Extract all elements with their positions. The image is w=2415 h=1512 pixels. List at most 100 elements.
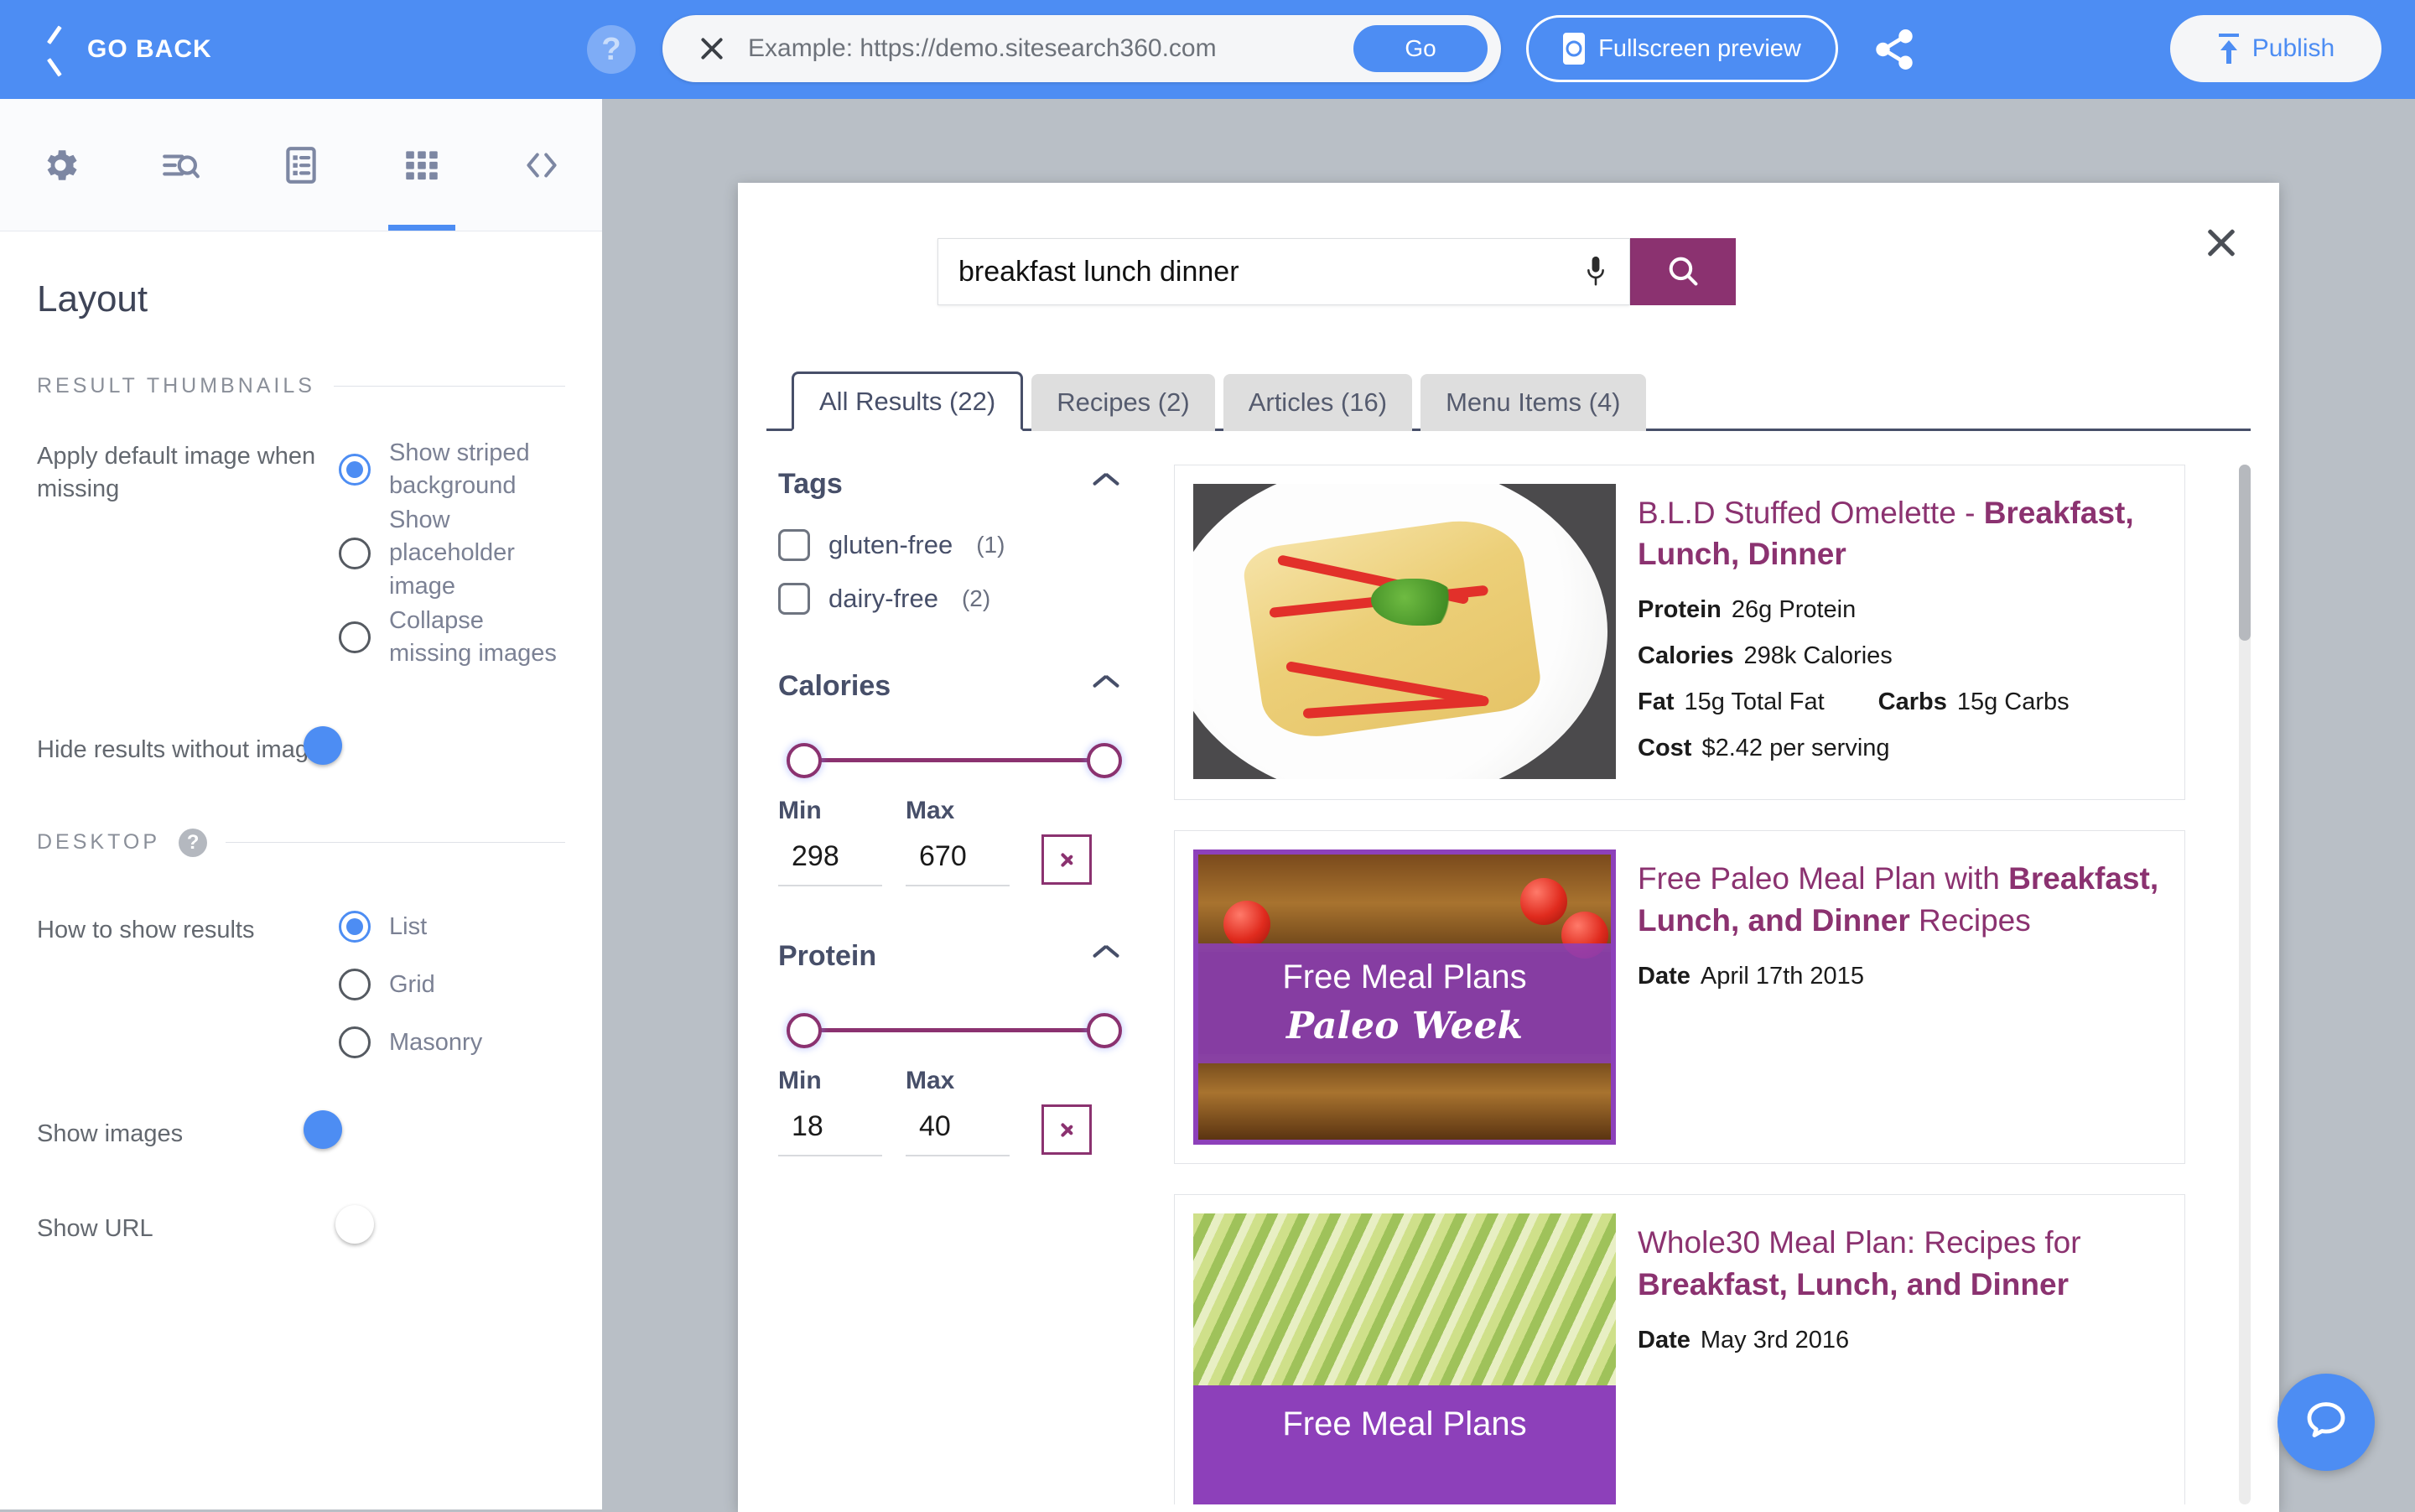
scrollbar-thumb[interactable] bbox=[2239, 465, 2251, 641]
section-label: RESULT THUMBNAILS bbox=[37, 374, 315, 397]
close-icon[interactable] bbox=[2204, 225, 2239, 260]
protein-apply-button[interactable] bbox=[1041, 1104, 1092, 1155]
result-tabs: All Results (22) Recipes (2) Articles (1… bbox=[766, 361, 2251, 431]
upload-icon bbox=[2217, 34, 2241, 64]
omelette-photo bbox=[1193, 484, 1616, 779]
tab-menu-items[interactable]: Menu Items (4) bbox=[1420, 374, 1646, 431]
calories-min-field: Min 298 bbox=[778, 797, 882, 886]
support-chat-button[interactable] bbox=[2277, 1374, 2375, 1471]
calories-minmax: Min 298 Max 670 bbox=[778, 797, 1130, 886]
setting-label: Show images bbox=[37, 1120, 184, 1147]
help-icon[interactable]: ? bbox=[587, 25, 636, 74]
thumbnail-overlay: Free Meal Plans Paleo Week bbox=[1198, 943, 1611, 1063]
radio-label: Show striped background bbox=[389, 439, 530, 500]
meta-value: 26g Protein bbox=[1731, 596, 1857, 624]
facet-title: Calories bbox=[778, 670, 891, 702]
result-title[interactable]: Free Paleo Meal Plan with Breakfast, Lun… bbox=[1638, 858, 2166, 940]
radio-option-striped[interactable]: Show striped background bbox=[339, 437, 565, 502]
whole30-banner: Free Meal Plans bbox=[1193, 1213, 1616, 1504]
slider-handle-min[interactable] bbox=[787, 1013, 822, 1048]
result-title[interactable]: Whole30 Meal Plan: Recipes for Breakfast… bbox=[1638, 1222, 2166, 1304]
search-button[interactable] bbox=[1630, 238, 1736, 305]
meta-carbs: Carbs 15g Carbs bbox=[1878, 688, 2070, 716]
result-meta: Date May 3rd 2016 bbox=[1638, 1327, 2166, 1373]
slider-handle-min[interactable] bbox=[787, 743, 822, 778]
protein-min-input[interactable]: 18 bbox=[778, 1110, 882, 1156]
protein-max-input[interactable]: 40 bbox=[906, 1110, 1010, 1156]
tab-articles[interactable]: Articles (16) bbox=[1223, 374, 1413, 431]
results-scrollbar[interactable] bbox=[2239, 465, 2251, 1504]
radio-option-masonry[interactable]: Masonry bbox=[339, 1026, 565, 1059]
sidebar-item-layout[interactable] bbox=[361, 99, 482, 231]
radio-icon[interactable] bbox=[339, 969, 371, 1001]
facet-header[interactable]: Calories bbox=[778, 670, 1130, 703]
publish-button[interactable]: Publish bbox=[2170, 15, 2381, 82]
section-desktop: DESKTOP ? bbox=[37, 828, 565, 857]
radio-icon[interactable] bbox=[339, 911, 371, 943]
thumbnail-line-1: Free Meal Plans bbox=[1282, 1405, 1527, 1442]
result-title[interactable]: B.L.D Stuffed Omelette - Breakfast, Lunc… bbox=[1638, 492, 2166, 574]
calories-min-input[interactable]: 298 bbox=[778, 840, 882, 886]
sidebar-item-custom-code[interactable] bbox=[481, 99, 602, 231]
facet-option-gluten-free[interactable]: gluten-free (1) bbox=[778, 529, 1130, 561]
chevron-up-icon[interactable] bbox=[1093, 949, 1119, 964]
paleo-week-banner: Free Meal Plans Paleo Week bbox=[1198, 855, 1611, 1140]
facet-protein: Protein Min 18 Max 40 bbox=[778, 940, 1130, 1156]
facet-option-label: gluten-free bbox=[828, 530, 953, 559]
protein-range-slider[interactable] bbox=[782, 1001, 1127, 1058]
result-title-plain: B.L.D Stuffed Omelette - bbox=[1638, 496, 1984, 530]
microphone-icon[interactable] bbox=[1584, 253, 1607, 290]
result-title-plain: Whole30 Meal Plan: Recipes for bbox=[1638, 1225, 2081, 1260]
result-item[interactable]: Free Meal Plans Whole30 Meal Plan: Recip… bbox=[1174, 1194, 2185, 1504]
radio-icon[interactable] bbox=[339, 537, 371, 569]
result-body: B.L.D Stuffed Omelette - Breakfast, Lunc… bbox=[1638, 484, 2166, 781]
search-settings-icon bbox=[159, 144, 201, 186]
tab-all-results[interactable]: All Results (22) bbox=[792, 372, 1024, 431]
calories-apply-button[interactable] bbox=[1041, 834, 1092, 885]
radio-option-placeholder[interactable]: Show placeholder image bbox=[339, 504, 565, 602]
facet-header[interactable]: Tags bbox=[778, 468, 1130, 501]
sidebar-item-result-list[interactable] bbox=[241, 99, 361, 231]
setting-show-images: Show images bbox=[37, 1109, 565, 1151]
setting-label: Apply default image when missing bbox=[37, 443, 316, 502]
search-bar: breakfast lunch dinner bbox=[937, 238, 1736, 305]
chevron-up-icon[interactable] bbox=[1093, 679, 1119, 694]
calories-max-input[interactable]: 670 bbox=[906, 840, 1010, 886]
radio-option-list[interactable]: List bbox=[339, 911, 565, 943]
radio-icon[interactable] bbox=[339, 454, 371, 486]
chat-bubble-icon bbox=[2301, 1395, 2351, 1450]
url-input-pill[interactable]: Example: https://demo.sitesearch360.com … bbox=[662, 15, 1501, 82]
facet-option-count: (2) bbox=[961, 585, 991, 611]
search-icon bbox=[1665, 252, 1701, 292]
calories-range-slider[interactable] bbox=[782, 731, 1127, 788]
url-input[interactable]: Example: https://demo.sitesearch360.com bbox=[748, 34, 1353, 63]
result-item[interactable]: Free Meal Plans Paleo Week Free Paleo Me… bbox=[1174, 830, 2185, 1165]
fullscreen-preview-button[interactable]: Fullscreen preview bbox=[1526, 15, 1838, 82]
chevron-up-icon[interactable] bbox=[1093, 477, 1119, 492]
search-input[interactable]: breakfast lunch dinner bbox=[937, 238, 1630, 305]
protein-min-field: Min 18 bbox=[778, 1067, 882, 1156]
radio-option-grid[interactable]: Grid bbox=[339, 969, 565, 1001]
checkbox-icon[interactable] bbox=[778, 583, 810, 615]
radio-label: Masonry bbox=[389, 1028, 483, 1056]
radio-option-collapse[interactable]: Collapse missing images bbox=[339, 605, 565, 670]
go-button[interactable]: Go bbox=[1353, 25, 1488, 72]
slider-handle-max[interactable] bbox=[1087, 743, 1122, 778]
result-body: Whole30 Meal Plan: Recipes for Breakfast… bbox=[1638, 1213, 2166, 1504]
radio-icon[interactable] bbox=[339, 1026, 371, 1059]
facet-option-dairy-free[interactable]: dairy-free (2) bbox=[778, 583, 1130, 615]
help-icon[interactable]: ? bbox=[179, 828, 208, 857]
tab-recipes[interactable]: Recipes (2) bbox=[1031, 374, 1215, 431]
sidebar-item-search-settings[interactable] bbox=[121, 99, 242, 231]
radio-icon[interactable] bbox=[339, 621, 371, 653]
facet-header[interactable]: Protein bbox=[778, 940, 1130, 973]
clear-url-icon[interactable] bbox=[698, 34, 726, 63]
result-item[interactable]: B.L.D Stuffed Omelette - Breakfast, Lunc… bbox=[1174, 465, 2185, 801]
go-back-button[interactable]: GO BACK bbox=[47, 31, 212, 68]
sidebar-icon-tabs bbox=[0, 99, 602, 231]
slider-handle-max[interactable] bbox=[1087, 1013, 1122, 1048]
share-icon[interactable] bbox=[1872, 27, 1917, 72]
divider bbox=[333, 386, 565, 387]
checkbox-icon[interactable] bbox=[778, 529, 810, 561]
sidebar-item-general-settings[interactable] bbox=[0, 99, 121, 231]
